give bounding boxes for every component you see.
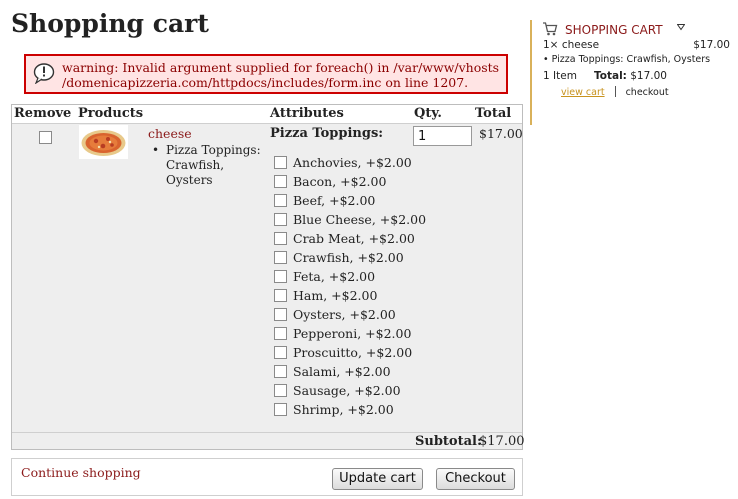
sidebar-item-option-text: Pizza Toppings: Crawfish, Oysters bbox=[551, 54, 711, 65]
topping-label[interactable]: Pepperoni, +$2.00 bbox=[293, 326, 411, 341]
link-separator bbox=[614, 86, 616, 97]
cart-icon bbox=[543, 22, 558, 36]
product-name-link[interactable]: cheese bbox=[148, 126, 192, 141]
topping-checkbox[interactable] bbox=[274, 213, 287, 226]
header-total: Total bbox=[475, 106, 512, 121]
sidebar-total: Total: $17.00 bbox=[594, 70, 667, 82]
topping-label[interactable]: Ham, +$2.00 bbox=[293, 288, 377, 303]
topping-label[interactable]: Feta, +$2.00 bbox=[293, 269, 375, 284]
cart-actions: Continue shopping Update cart Checkout bbox=[11, 458, 523, 496]
topping-label[interactable]: Proscuitto, +$2.00 bbox=[293, 345, 412, 360]
item-total: $17.00 bbox=[479, 126, 523, 141]
sidebar-item-name: 1× cheese bbox=[543, 39, 600, 51]
warning-message: warning: Invalid argument supplied for f… bbox=[24, 54, 508, 94]
topping-checkbox[interactable] bbox=[274, 346, 287, 359]
topping-checkbox[interactable] bbox=[274, 365, 287, 378]
subtotal-value: $17.00 bbox=[479, 434, 525, 449]
topping-label[interactable]: Blue Cheese, +$2.00 bbox=[293, 212, 426, 227]
topping-label[interactable]: Salami, +$2.00 bbox=[293, 364, 391, 379]
subtotal-label: Subtotal: bbox=[415, 434, 482, 449]
sidebar-checkout-link[interactable]: checkout bbox=[626, 87, 669, 98]
chevron-down-icon[interactable] bbox=[677, 23, 685, 31]
subtotal-row: Subtotal: $17.00 bbox=[12, 432, 525, 451]
warning-icon bbox=[33, 63, 55, 84]
topping-label[interactable]: Crawfish, +$2.00 bbox=[293, 250, 404, 265]
sidebar-item-option: • Pizza Toppings: Crawfish, Oysters bbox=[543, 54, 711, 65]
topping-checkbox[interactable] bbox=[274, 289, 287, 302]
topping-checkbox[interactable] bbox=[274, 308, 287, 321]
topping-checkbox[interactable] bbox=[274, 327, 287, 340]
pizza-thumbnail[interactable] bbox=[79, 125, 128, 159]
warning-line-1: warning: Invalid argument supplied for f… bbox=[62, 60, 500, 75]
topping-checkbox[interactable] bbox=[274, 403, 287, 416]
topping-label[interactable]: Beef, +$2.00 bbox=[293, 193, 375, 208]
topping-label[interactable]: Anchovies, +$2.00 bbox=[293, 155, 412, 170]
topping-checkbox[interactable] bbox=[274, 270, 287, 283]
remove-checkbox[interactable] bbox=[39, 131, 52, 144]
continue-shopping-link[interactable]: Continue shopping bbox=[21, 465, 141, 480]
topping-label[interactable]: Crab Meat, +$2.00 bbox=[293, 231, 415, 246]
topping-checkbox[interactable] bbox=[274, 175, 287, 188]
header-products: Products bbox=[78, 106, 144, 121]
update-cart-button[interactable]: Update cart bbox=[332, 468, 423, 490]
topping-label[interactable]: Shrimp, +$2.00 bbox=[293, 402, 394, 417]
page-title: Shopping cart bbox=[11, 9, 209, 38]
topping-checkbox[interactable] bbox=[274, 232, 287, 245]
header-remove: Remove bbox=[14, 106, 72, 121]
warning-line-2: /domenicapizzeria.com/httpdocs/includes/… bbox=[62, 75, 469, 90]
sidebar-cart-item: 1× cheese $17.00 bbox=[543, 39, 730, 51]
product-option-text: Pizza Toppings: Crawfish, Oysters bbox=[166, 143, 261, 187]
cart-table-header: Remove Products Attributes Qty. Total bbox=[12, 105, 522, 124]
sidebar-links: view cart checkout bbox=[561, 86, 669, 98]
topping-label[interactable]: Oysters, +$2.00 bbox=[293, 307, 396, 322]
sidebar-item-price: $17.00 bbox=[693, 39, 730, 51]
header-attributes: Attributes bbox=[270, 106, 344, 121]
attribute-title: Pizza Toppings: bbox=[270, 126, 384, 141]
checkout-button[interactable]: Checkout bbox=[436, 468, 515, 490]
sidebar-cart-title[interactable]: SHOPPING CART bbox=[565, 23, 663, 37]
header-qty: Qty. bbox=[414, 106, 442, 121]
view-cart-link[interactable]: view cart bbox=[561, 87, 605, 98]
topping-checkbox[interactable] bbox=[274, 384, 287, 397]
bullet-icon: • bbox=[152, 143, 160, 157]
cart-table: Remove Products Attributes Qty. Total ch… bbox=[11, 104, 525, 451]
topping-label[interactable]: Bacon, +$2.00 bbox=[293, 174, 386, 189]
sidebar-total-label: Total: bbox=[594, 70, 627, 82]
product-option-list: • Pizza Toppings: Crawfish, Oysters bbox=[152, 143, 264, 188]
sidebar-item-count: 1 Item bbox=[543, 70, 577, 82]
quantity-input[interactable] bbox=[413, 126, 472, 146]
sidebar-total-value: $17.00 bbox=[630, 70, 667, 82]
sidebar-cart-block: SHOPPING CART 1× cheese $17.00 • Pizza T… bbox=[530, 20, 732, 125]
topping-checkbox[interactable] bbox=[274, 194, 287, 207]
topping-label[interactable]: Sausage, +$2.00 bbox=[293, 383, 401, 398]
topping-checkbox[interactable] bbox=[274, 156, 287, 169]
topping-checkbox[interactable] bbox=[274, 251, 287, 264]
